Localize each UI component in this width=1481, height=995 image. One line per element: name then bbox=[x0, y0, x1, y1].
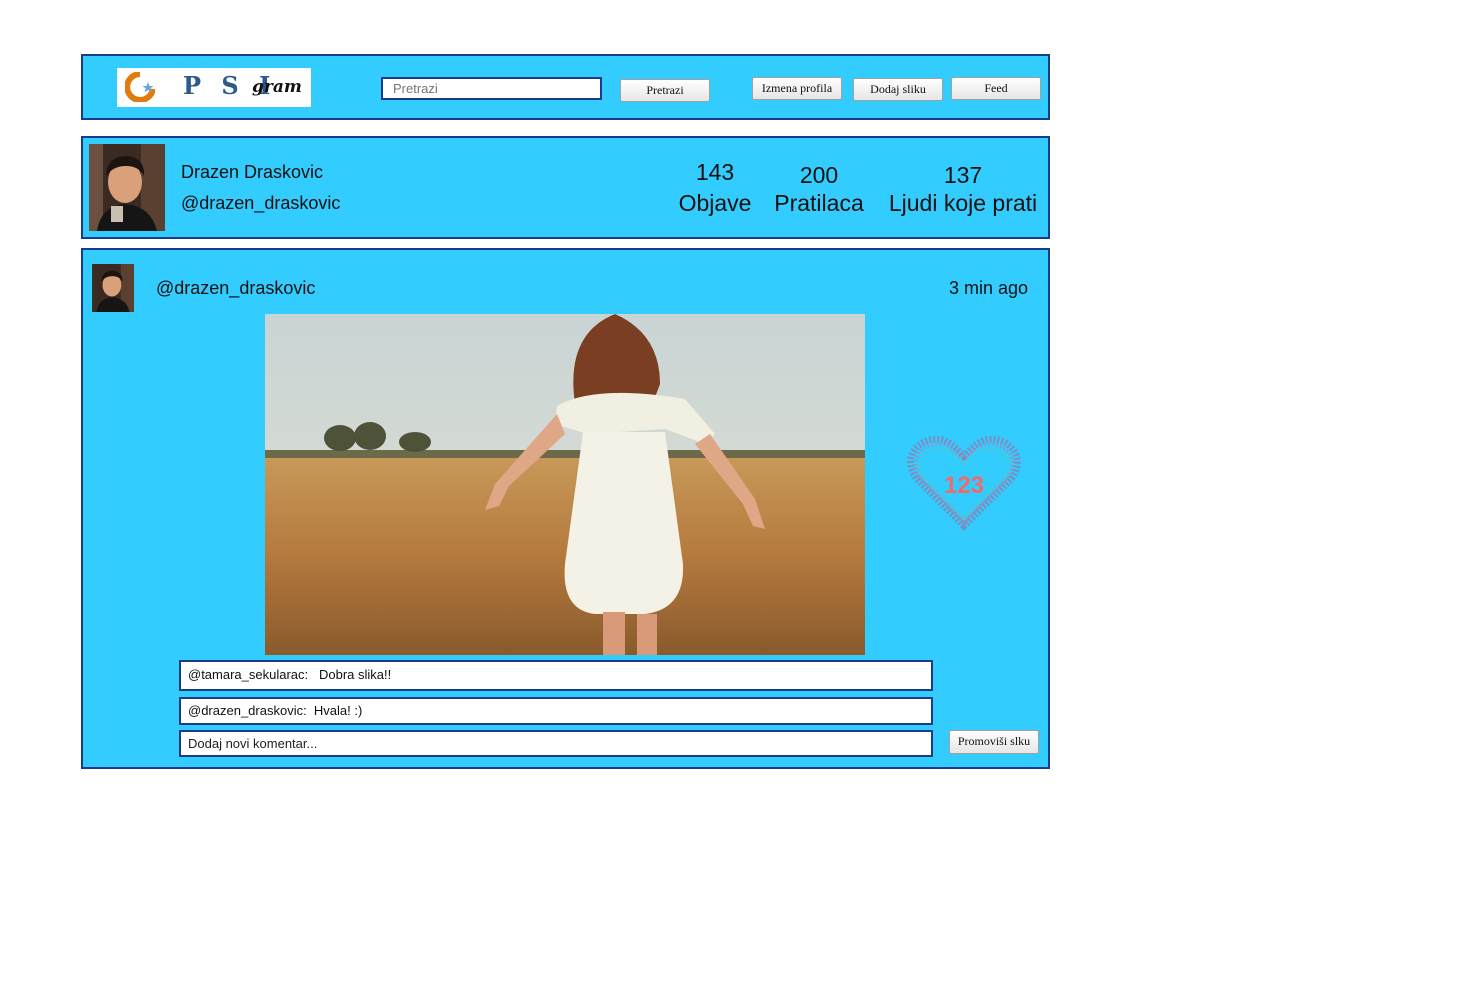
stat-followers-label: Pratilaca bbox=[774, 190, 864, 216]
stat-following-count: 137 bbox=[943, 162, 983, 188]
top-navbar: P S I gram Pretrazi Izmena profila Dodaj… bbox=[81, 54, 1050, 120]
stat-posts[interactable]: 143 Objave bbox=[675, 159, 755, 217]
stat-posts-count: 143 bbox=[695, 159, 735, 185]
stat-followers-count: 200 bbox=[799, 162, 839, 188]
search-input[interactable] bbox=[381, 77, 602, 100]
search-button[interactable]: Pretrazi bbox=[620, 79, 710, 102]
comment-item: @tamara_sekularac: Dobra slika!! bbox=[179, 660, 933, 691]
logo-ring-icon bbox=[125, 72, 155, 102]
post-card: @drazen_draskovic 3 min ago 123 @tamara_… bbox=[81, 248, 1050, 769]
psigram-logo[interactable]: P S I gram bbox=[117, 68, 311, 107]
post-timestamp: 3 min ago bbox=[949, 278, 1029, 298]
new-comment-input[interactable] bbox=[179, 730, 933, 757]
post-photo[interactable] bbox=[265, 314, 865, 655]
post-author-handle[interactable]: @drazen_draskovic bbox=[156, 278, 315, 299]
feed-button[interactable]: Feed bbox=[951, 77, 1041, 100]
likes-count: 123 bbox=[943, 472, 985, 499]
profile-summary: Drazen Draskovic @drazen_draskovic 143 O… bbox=[81, 136, 1050, 239]
stat-following-label: Ljudi koje prati bbox=[888, 190, 1038, 216]
post-author-avatar[interactable] bbox=[92, 264, 134, 312]
comment-item: @drazen_draskovic: Hvala! :) bbox=[179, 697, 933, 725]
stat-posts-label: Objave bbox=[678, 190, 752, 216]
profile-avatar[interactable] bbox=[89, 144, 165, 231]
edit-profile-button[interactable]: Izmena profila bbox=[752, 77, 842, 100]
add-image-button[interactable]: Dodaj sliku bbox=[853, 78, 943, 101]
profile-handle: @drazen_draskovic bbox=[181, 193, 341, 213]
profile-full-name: Drazen Draskovic bbox=[181, 162, 324, 182]
logo-gram-text: gram bbox=[252, 77, 302, 97]
promote-image-button[interactable]: Promoviši slku bbox=[949, 730, 1039, 754]
stat-followers[interactable]: 200 Pratilaca bbox=[769, 162, 869, 217]
stat-following[interactable]: 137 Ljudi koje prati bbox=[883, 162, 1043, 217]
